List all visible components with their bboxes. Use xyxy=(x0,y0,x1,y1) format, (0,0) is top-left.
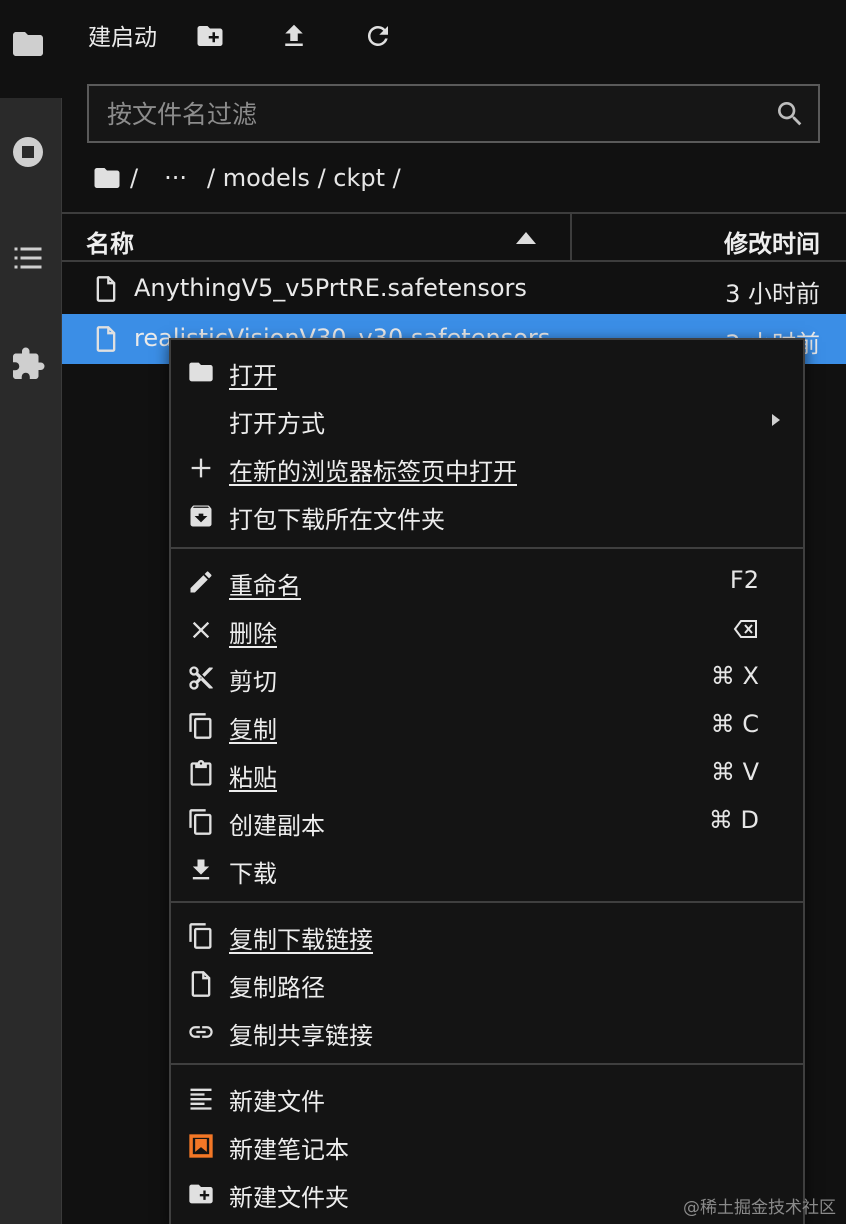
menu-item-paste[interactable]: 粘贴 ⌘ V xyxy=(171,750,803,798)
file-list-header: 名称 修改时间 xyxy=(62,212,846,262)
menu-item-copy[interactable]: 复制 ⌘ C xyxy=(171,702,803,750)
menu-separator xyxy=(171,901,803,903)
menu-item-open[interactable]: 打开 xyxy=(171,348,803,396)
menu-item-new-notebook[interactable]: 新建笔记本 xyxy=(171,1122,803,1170)
upload-icon[interactable] xyxy=(276,18,312,54)
shortcut-label: ⌘ X xyxy=(710,662,759,690)
menu-item-rename[interactable]: 重命名 F2 xyxy=(171,558,803,606)
menu-item-label: 在新的浏览器标签页中打开 xyxy=(229,458,517,486)
close-icon xyxy=(187,616,215,644)
search-icon xyxy=(774,98,806,130)
menu-item-download[interactable]: 下载 xyxy=(171,846,803,894)
refresh-icon[interactable] xyxy=(360,18,396,54)
menu-item-label: 打开 xyxy=(229,362,277,390)
new-launcher-button[interactable]: 建启动 xyxy=(88,18,174,52)
menu-item-copy-share-link[interactable]: 复制共享链接 xyxy=(171,1008,803,1056)
copy-icon xyxy=(187,922,215,950)
menu-item-label: 下载 xyxy=(229,860,277,888)
column-divider[interactable] xyxy=(570,214,572,262)
text-lines-icon xyxy=(187,1084,215,1112)
puzzle-icon[interactable] xyxy=(8,344,48,384)
filter-box xyxy=(87,84,820,143)
scissors-icon xyxy=(187,664,215,692)
stop-circle-icon[interactable] xyxy=(8,132,48,172)
shortcut-label: ⌘ C xyxy=(710,710,759,738)
menu-item-label: 复制共享链接 xyxy=(229,1022,373,1050)
menu-item-label: 剪切 xyxy=(229,668,277,696)
copy-icon xyxy=(187,712,215,740)
menu-item-label: 复制下载链接 xyxy=(229,926,373,954)
list-icon[interactable] xyxy=(8,238,48,278)
activity-bar xyxy=(0,0,62,1224)
menu-item-label: 新建文件夹 xyxy=(229,1184,349,1212)
delete-key-icon xyxy=(733,618,759,640)
menu-item-label: 新建笔记本 xyxy=(229,1136,349,1164)
file-icon xyxy=(92,325,120,353)
copy-icon xyxy=(187,808,215,836)
folder-icon xyxy=(187,358,215,386)
file-row[interactable]: AnythingV5_v5PrtRE.safetensors 3 小时前 xyxy=(62,264,846,314)
menu-item-label: 重命名 xyxy=(229,572,301,600)
menu-item-duplicate[interactable]: 创建副本 ⌘ D xyxy=(171,798,803,846)
menu-item-open-new-tab[interactable]: 在新的浏览器标签页中打开 xyxy=(171,444,803,492)
link-icon xyxy=(187,1018,215,1046)
column-name-header[interactable]: 名称 xyxy=(86,224,134,259)
menu-item-label: 打包下载所在文件夹 xyxy=(229,506,445,534)
sort-ascending-icon[interactable] xyxy=(514,230,538,246)
folder-icon[interactable] xyxy=(8,24,48,64)
menu-item-new-file[interactable]: 新建文件 xyxy=(171,1074,803,1122)
download-icon xyxy=(187,856,215,884)
menu-separator xyxy=(171,547,803,549)
breadcrumb-path[interactable]: / models / ckpt / xyxy=(207,164,401,192)
breadcrumb-ellipsis[interactable]: ··· xyxy=(164,164,187,192)
submenu-arrow-icon xyxy=(771,412,781,426)
pencil-icon xyxy=(187,568,215,596)
menu-item-open-with[interactable]: 打开方式 xyxy=(171,396,803,444)
menu-item-label: 复制路径 xyxy=(229,974,325,1002)
menu-item-copy-path[interactable]: 复制路径 xyxy=(171,960,803,1008)
menu-item-label: 新建文件 xyxy=(229,1088,325,1116)
file-name: AnythingV5_v5PrtRE.safetensors xyxy=(134,274,527,302)
filter-input[interactable] xyxy=(107,94,747,134)
new-folder-icon[interactable] xyxy=(192,18,228,54)
plus-icon xyxy=(187,454,215,482)
menu-item-delete[interactable]: 删除 xyxy=(171,606,803,654)
file-icon xyxy=(92,275,120,303)
breadcrumb: / ··· / models / ckpt / xyxy=(92,158,409,198)
breadcrumb-separator: / xyxy=(130,164,139,192)
menu-separator xyxy=(171,1063,803,1065)
watermark: @稀土掘金技术社区 xyxy=(683,1198,836,1218)
menu-item-label: 复制 xyxy=(229,716,277,744)
shortcut-label: ⌘ V xyxy=(710,758,759,786)
breadcrumb-home-folder-icon[interactable] xyxy=(92,163,122,193)
clipboard-icon xyxy=(187,760,215,788)
file-icon xyxy=(187,970,215,998)
file-browser-toolbar: 建启动 xyxy=(62,0,846,72)
menu-item-label: 创建副本 xyxy=(229,812,325,840)
menu-item-label: 粘贴 xyxy=(229,764,277,792)
shortcut-label: ⌘ D xyxy=(708,806,759,834)
context-menu: 打开 打开方式 在新的浏览器标签页中打开 打包下载所在文件夹 重命名 F2 删除… xyxy=(169,338,805,1224)
menu-item-label: 打开方式 xyxy=(229,410,325,438)
new-folder-icon xyxy=(187,1180,215,1208)
archive-icon xyxy=(187,502,215,530)
menu-item-cut[interactable]: 剪切 ⌘ X xyxy=(171,654,803,702)
menu-item-download-folder[interactable]: 打包下载所在文件夹 xyxy=(171,492,803,540)
file-modified-time: 3 小时前 xyxy=(725,280,820,308)
menu-item-label: 删除 xyxy=(229,620,277,648)
notebook-icon xyxy=(187,1132,215,1160)
menu-item-copy-download-link[interactable]: 复制下载链接 xyxy=(171,912,803,960)
shortcut-label: F2 xyxy=(729,566,759,594)
column-modified-header[interactable]: 修改时间 xyxy=(724,224,820,259)
